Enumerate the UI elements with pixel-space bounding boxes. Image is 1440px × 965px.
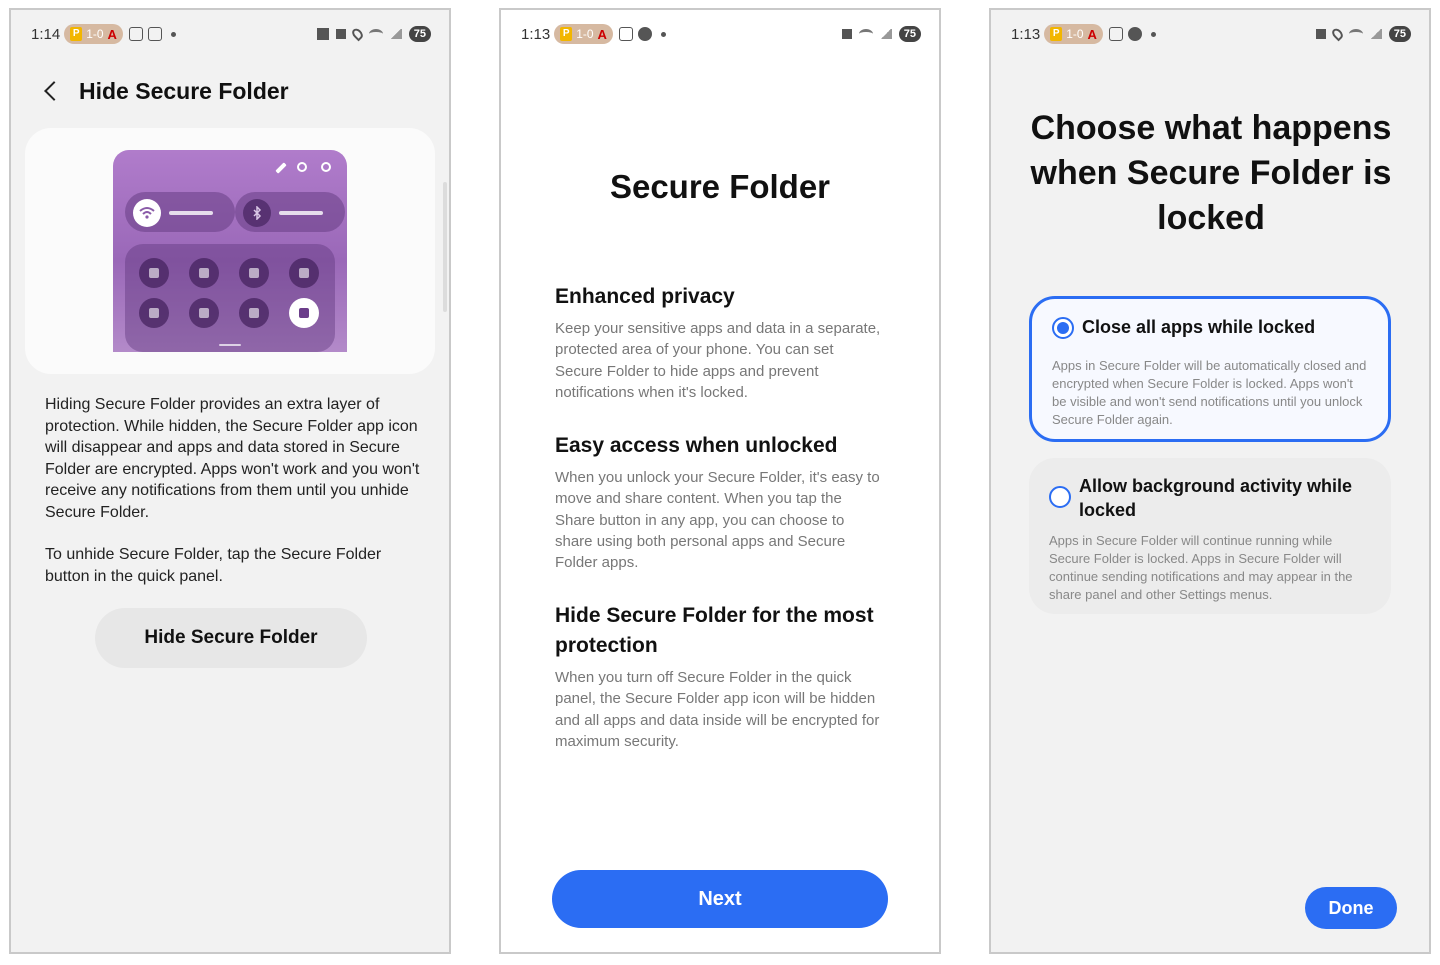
screenshot-icon: [1108, 27, 1123, 41]
option-description: Apps in Secure Folder will continue runn…: [1049, 533, 1353, 602]
radio-button-unselected[interactable]: [1049, 486, 1071, 508]
more-notifications-dot: [660, 31, 666, 37]
page-title: Secure Folder: [609, 168, 831, 205]
mute-icon: [1315, 29, 1326, 39]
quick-panel-illustration: [113, 150, 347, 352]
nfc-icon: [139, 298, 169, 328]
section-heading: Hide Secure Folder for the most protecti…: [555, 604, 874, 657]
folder-icon: [316, 28, 329, 40]
section-heading: Easy access when unlocked: [555, 434, 838, 457]
wifi-icon: [133, 199, 161, 227]
option-label: Close all apps while locked: [1082, 317, 1316, 337]
battery-indicator: 75: [408, 26, 431, 42]
quick-panel-top-icons: [275, 162, 331, 174]
page-title: Hide Secure Folder: [79, 77, 289, 104]
status-time: 1:13: [521, 25, 551, 43]
airplane-mode-icon: [189, 258, 219, 288]
status-bar: 1:13 P 1-0 A 75: [1011, 22, 1411, 46]
app-notification-icon: [1127, 27, 1142, 41]
location-icon: [349, 26, 365, 42]
settings-gear-icon: [321, 162, 331, 172]
phone-screen-lock-behavior: 1:13 P 1-0 A 75 Choose what happens when…: [989, 8, 1431, 954]
phone-screen-secure-folder-intro: 1:13 P 1-0 A 75 Secure Folder Enhanced p…: [499, 8, 941, 954]
unhide-instructions: To unhide Secure Folder, tap the Secure …: [45, 546, 382, 585]
option-description: Apps in Secure Folder will be automatica…: [1052, 358, 1367, 427]
panel-handle: [219, 344, 241, 346]
power-icon: [297, 162, 307, 172]
app-notification-icon: [637, 27, 652, 41]
p-logo-icon: P: [560, 27, 573, 41]
a-logo-icon: A: [107, 26, 117, 42]
location-icon: [239, 298, 269, 328]
description-text: Hiding Secure Folder provides an extra l…: [45, 394, 425, 587]
feature-section-privacy: Enhanced privacy Keep your sensitive app…: [555, 282, 885, 403]
wifi-icon: [368, 29, 383, 39]
signal-icon: [1369, 29, 1382, 39]
score-text: 1-0: [86, 27, 104, 41]
wifi-tile: [125, 192, 235, 232]
tile-label-bar: [169, 211, 213, 215]
phone-screen-hide-secure-folder: 1:14 P 1-0 A 75 Hide Secure Folder Hidin…: [9, 8, 451, 954]
feature-section-hide: Hide Secure Folder for the most protecti…: [555, 601, 885, 752]
auto-rotate-icon: [139, 258, 169, 288]
back-arrow-icon[interactable]: [41, 76, 63, 106]
quick-panel-illustration-card: [25, 128, 435, 374]
more-notifications-dot: [1150, 31, 1156, 37]
option-label: Allow background activity while locked: [1079, 476, 1353, 520]
mute-icon: [335, 29, 346, 39]
bluetooth-tile: [235, 192, 345, 232]
a-logo-icon: A: [1087, 26, 1097, 42]
quick-settings-grid: [125, 244, 335, 352]
status-time: 1:14: [31, 25, 61, 43]
status-time: 1:13: [1011, 25, 1041, 43]
option-close-all-apps[interactable]: Close all apps while locked Apps in Secu…: [1029, 296, 1391, 442]
section-text: When you turn off Secure Folder in the q…: [555, 669, 880, 750]
section-text: Keep your sensitive apps and data in a s…: [555, 320, 881, 401]
battery-saver-icon: [189, 298, 219, 328]
battery-indicator: 75: [898, 26, 921, 42]
wifi-icon: [1348, 29, 1363, 39]
a-logo-icon: A: [597, 26, 607, 42]
tile-label-bar: [279, 211, 323, 215]
next-button[interactable]: Next: [552, 870, 888, 928]
page-header: Hide Secure Folder: [41, 76, 289, 106]
signal-icon: [879, 29, 892, 39]
location-icon: [1329, 26, 1345, 42]
signal-icon: [389, 29, 402, 39]
wifi-icon: [858, 29, 873, 39]
status-bar: 1:14 P 1-0 A 75: [31, 22, 431, 46]
edit-icon: [275, 162, 287, 174]
data-transfer-icon: [289, 258, 319, 288]
page-title: Choose what happens when Secure Folder i…: [1030, 109, 1392, 237]
option-allow-background-activity[interactable]: Allow background activity while locked A…: [1029, 458, 1391, 614]
section-text: When you unlock your Secure Folder, it's…: [555, 469, 880, 572]
score-text: 1-0: [576, 27, 594, 41]
screenshot-icon: [618, 27, 633, 41]
hide-secure-folder-button[interactable]: Hide Secure Folder: [95, 608, 367, 668]
battery-indicator: 75: [1388, 26, 1411, 42]
p-logo-icon: P: [1050, 27, 1063, 41]
feature-section-easy-access: Easy access when unlocked When you unloc…: [555, 431, 885, 573]
secure-folder-icon: [289, 298, 319, 328]
done-button[interactable]: Done: [1305, 887, 1397, 929]
section-heading: Enhanced privacy: [555, 285, 735, 308]
radio-button-selected[interactable]: [1052, 317, 1074, 339]
screenshot-icon: [128, 27, 143, 41]
flashlight-icon: [239, 258, 269, 288]
score-pill: P 1-0 A: [554, 24, 613, 44]
score-pill: P 1-0 A: [1044, 24, 1103, 44]
p-logo-icon: P: [70, 27, 83, 41]
status-bar: 1:13 P 1-0 A 75: [521, 22, 921, 46]
score-pill: P 1-0 A: [64, 24, 123, 44]
mute-icon: [841, 29, 852, 39]
scrollbar[interactable]: [443, 182, 447, 312]
score-text: 1-0: [1066, 27, 1084, 41]
bluetooth-icon: [243, 199, 271, 227]
description-paragraph: Hiding Secure Folder provides an extra l…: [45, 396, 420, 521]
screenshot-icon: [147, 27, 162, 41]
more-notifications-dot: [170, 31, 176, 37]
